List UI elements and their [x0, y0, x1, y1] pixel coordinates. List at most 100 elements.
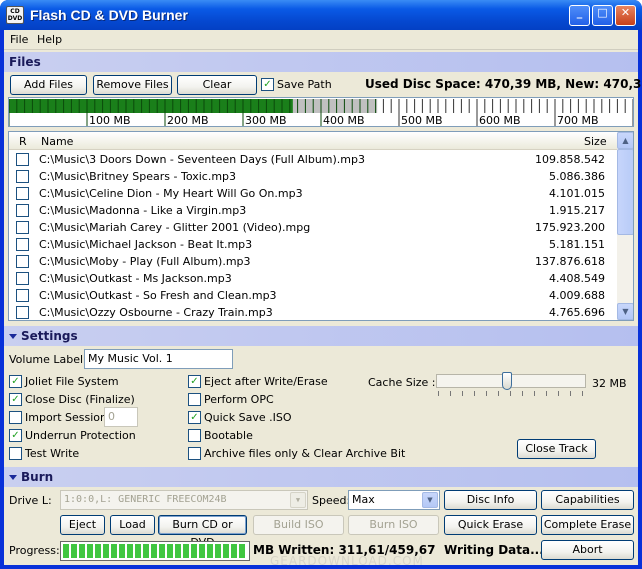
- maximize-button[interactable]: □: [592, 5, 613, 26]
- eject-button[interactable]: Eject: [60, 515, 105, 535]
- table-row[interactable]: C:\Music\Britney Spears - Toxic.mp3 5.086…: [9, 168, 617, 185]
- load-button[interactable]: Load: [110, 515, 155, 535]
- drive-select[interactable]: 1:0:0,L: GENERIC FREECOM24B ▼: [60, 490, 308, 510]
- menu-help[interactable]: Help: [37, 33, 62, 46]
- save-path-label: Save Path: [277, 78, 332, 91]
- row-checkbox[interactable]: [16, 153, 29, 166]
- scroll-thumb[interactable]: [617, 149, 633, 235]
- drive-value: 1:0:0,L: GENERIC FREECOM24B: [64, 494, 227, 505]
- progress-bar: [60, 541, 250, 561]
- table-row[interactable]: C:\Music\Madonna - Like a Virgin.mp3 1.91…: [9, 202, 617, 219]
- table-row[interactable]: C:\Music\Celine Dion - My Heart Will Go …: [9, 185, 617, 202]
- row-checkbox[interactable]: [16, 221, 29, 234]
- window-title: Flash CD & DVD Burner: [30, 7, 188, 23]
- clear-button[interactable]: Clear: [177, 75, 257, 95]
- row-checkbox[interactable]: [16, 255, 29, 268]
- import-session-label: Import Session: [25, 411, 107, 424]
- speed-label: Speed:: [312, 494, 351, 507]
- cache-size-ticks: [438, 391, 586, 396]
- archive-only-checkbox[interactable]: [188, 447, 201, 460]
- row-checkbox[interactable]: [16, 204, 29, 217]
- file-name: C:\Music\Outkast - Ms Jackson.mp3: [39, 272, 232, 285]
- col-size-header[interactable]: Size: [584, 135, 607, 148]
- table-row[interactable]: C:\Music\Outkast - So Fresh and Clean.mp…: [9, 287, 617, 304]
- scroll-down-arrow-icon[interactable]: ▼: [617, 303, 633, 320]
- quick-save-iso-checkbox[interactable]: [188, 411, 201, 424]
- settings-section-title: Settings: [21, 329, 78, 343]
- col-name-header[interactable]: Name: [41, 135, 73, 148]
- burn-section-title: Burn: [21, 470, 54, 484]
- minimize-button[interactable]: _: [569, 5, 590, 26]
- burn-cd-dvd-button[interactable]: Burn CD or DVD: [158, 515, 247, 549]
- quick-save-iso-label: Quick Save .ISO: [204, 411, 292, 424]
- ruler-label: 600 MB: [479, 114, 521, 126]
- remove-files-button[interactable]: Remove Files: [93, 75, 172, 95]
- file-name: C:\Music\Madonna - Like a Virgin.mp3: [39, 204, 247, 217]
- file-name: C:\Music\Moby - Play (Full Album).mp3: [39, 255, 251, 268]
- title-bar[interactable]: CD DVD Flash CD & DVD Burner _ □ ✕: [0, 0, 642, 30]
- menu-file[interactable]: File: [10, 33, 28, 46]
- close-track-button[interactable]: Close Track: [517, 439, 596, 459]
- perform-opc-checkbox[interactable]: [188, 393, 201, 406]
- table-row[interactable]: C:\Music\Ozzy Osbourne - Crazy Train.mp3…: [9, 304, 617, 320]
- underrun-label: Underrun Protection: [25, 429, 136, 442]
- row-checkbox[interactable]: [16, 289, 29, 302]
- joliet-checkbox[interactable]: [9, 375, 22, 388]
- speed-select[interactable]: Max ▼: [348, 490, 440, 510]
- file-size: 5.086.386: [549, 170, 605, 183]
- test-write-label: Test Write: [25, 447, 80, 460]
- drive-label: Drive L:: [9, 494, 52, 507]
- bootable-checkbox[interactable]: [188, 429, 201, 442]
- ruler-label: 300 MB: [245, 114, 287, 126]
- disc-space-text: Used Disc Space: 470,39 MB, New: 470,39 …: [365, 77, 642, 91]
- bootable-label: Bootable: [204, 429, 253, 442]
- progress-label: Progress:: [9, 544, 60, 557]
- file-size: 1.915.217: [549, 204, 605, 217]
- app-window: CD DVD Flash CD & DVD Burner _ □ ✕ File …: [0, 0, 642, 569]
- row-checkbox[interactable]: [16, 170, 29, 183]
- volume-label-input[interactable]: My Music Vol. 1: [84, 349, 233, 369]
- collapse-triangle-icon: [9, 334, 17, 339]
- eject-after-checkbox[interactable]: [188, 375, 201, 388]
- file-list-scrollbar[interactable]: ▲ ▼: [617, 132, 633, 320]
- table-row[interactable]: C:\Music\Michael Jackson - Beat It.mp3 5.…: [9, 236, 617, 253]
- complete-erase-button[interactable]: Complete Erase: [541, 515, 634, 535]
- disc-info-button[interactable]: Disc Info: [444, 490, 537, 510]
- abort-button[interactable]: Abort: [541, 540, 634, 560]
- table-row[interactable]: C:\Music\Outkast - Ms Jackson.mp3 4.408.5…: [9, 270, 617, 287]
- burn-section-header[interactable]: Burn: [4, 467, 638, 487]
- status-text: Writing Data...: [444, 543, 544, 557]
- test-write-checkbox[interactable]: [9, 447, 22, 460]
- quick-erase-button[interactable]: Quick Erase: [444, 515, 537, 535]
- build-iso-button[interactable]: Build ISO: [253, 515, 344, 535]
- cache-size-label: Cache Size :: [368, 376, 436, 389]
- capabilities-button[interactable]: Capabilities: [541, 490, 634, 510]
- disc-space-ruler: 100 MB 200 MB 300 MB 400 MB 500 MB 600 MB 700 …: [9, 99, 633, 126]
- row-checkbox[interactable]: [16, 187, 29, 200]
- col-r-header[interactable]: R: [19, 135, 27, 148]
- row-checkbox[interactable]: [16, 238, 29, 251]
- client-area: File Help Files Add Files Remove Files C…: [4, 30, 642, 568]
- table-row[interactable]: C:\Music\Moby - Play (Full Album).mp3 137…: [9, 253, 617, 270]
- cache-size-value: 32 MB: [592, 377, 627, 390]
- underrun-checkbox[interactable]: [9, 429, 22, 442]
- cache-size-slider-thumb[interactable]: [502, 372, 512, 390]
- file-list[interactable]: R Name Size C:\Music\3 Doors Down - Seve…: [8, 131, 634, 321]
- table-row[interactable]: C:\Music\Mariah Carey - Glitter 2001 (Vi…: [9, 219, 617, 236]
- chevron-down-icon[interactable]: ▼: [422, 492, 438, 508]
- import-session-input[interactable]: 0: [104, 407, 138, 427]
- chevron-down-icon[interactable]: ▼: [290, 492, 306, 508]
- close-button[interactable]: ✕: [615, 5, 636, 26]
- burn-iso-button[interactable]: Burn ISO: [348, 515, 439, 535]
- file-list-header: R Name Size: [9, 132, 617, 150]
- save-path-checkbox[interactable]: [261, 78, 274, 91]
- close-disc-checkbox[interactable]: [9, 393, 22, 406]
- table-row[interactable]: C:\Music\3 Doors Down - Seventeen Days (…: [9, 151, 617, 168]
- eject-after-label: Eject after Write/Erase: [204, 375, 328, 388]
- import-session-checkbox[interactable]: [9, 411, 22, 424]
- scroll-up-arrow-icon[interactable]: ▲: [617, 132, 633, 149]
- add-files-button[interactable]: Add Files: [10, 75, 87, 95]
- settings-section-header[interactable]: Settings: [4, 326, 638, 346]
- row-checkbox[interactable]: [16, 306, 29, 319]
- row-checkbox[interactable]: [16, 272, 29, 285]
